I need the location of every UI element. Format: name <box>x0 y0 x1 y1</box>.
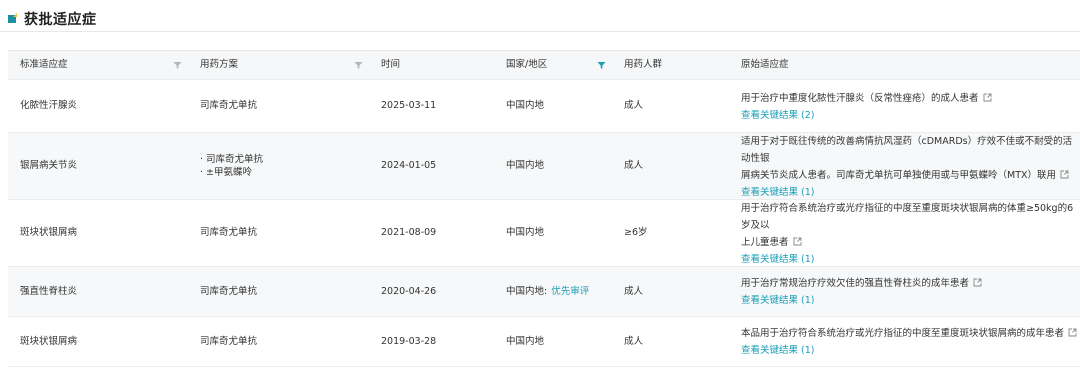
external-link-icon[interactable] <box>793 235 802 252</box>
view-key-results-link[interactable]: 查看关键结果 (1) <box>741 344 814 358</box>
region-text: 中国内地: <box>506 285 548 297</box>
header-original-indication: 原始适应症 <box>741 59 789 70</box>
time-cell: 2020-04-26 <box>381 285 437 297</box>
original-indication-text: 本品用于治疗符合系统治疗或光疗指征的中度至重度斑块状银屑病的成年患者 <box>741 328 1065 339</box>
region-cell: 中国内地 <box>506 160 545 171</box>
original-indication-text: 屑病关节炎成人患者。司库奇尤单抗可单独使用或与甲氨蝶呤（MTX）联用 <box>741 169 1057 181</box>
section-header: 获批适应症 <box>8 8 97 30</box>
original-indication-cell: 用于治疗中重度化脓性汗腺炎（反常性痤疮）的成人患者 查看关键结果 (2) <box>741 80 1077 132</box>
original-indication-text: 用于治疗符合系统治疗或光疗指征的中度至重度斑块状银屑病的体重≥50kg的6岁及以 <box>741 202 1074 231</box>
original-indication-text: 上儿童患者 <box>741 236 789 248</box>
view-key-results-link[interactable]: 查看关键结果 (1) <box>741 186 814 200</box>
table-row: 银屑病关节炎 · 司库奇尤单抗 · ±甲氨蝶呤 2024-01-05 中国内地 … <box>8 133 1080 200</box>
filter-active-icon[interactable] <box>597 61 606 70</box>
section-title: 获批适应症 <box>24 12 97 28</box>
original-indication-text: 适用于对于既往传统的改善病情抗风湿药（cDMARDs）疗效不佳或不耐受的活动性银 <box>741 135 1073 164</box>
indication-cell: 斑块状银屑病 <box>20 227 78 238</box>
population-cell: ≥6岁 <box>624 227 648 238</box>
table-row: 斑块状银屑病 司库奇尤单抗 2019-03-28 中国内地 成人 本品用于治疗符… <box>8 317 1080 367</box>
view-key-results-link[interactable]: 查看关键结果 (1) <box>741 294 814 308</box>
header-indication: 标准适应症 <box>20 59 68 70</box>
regimen-cell: · 司库奇尤单抗 · ±甲氨蝶呤 <box>200 133 360 199</box>
original-indication-text: 用于治疗中重度化脓性汗腺炎（反常性痤疮）的成人患者 <box>741 92 979 104</box>
filter-icon[interactable] <box>173 61 182 70</box>
external-link-icon[interactable] <box>1060 168 1069 185</box>
regimen-cell: 司库奇尤单抗 <box>200 335 258 347</box>
original-indication-cell: 本品用于治疗符合系统治疗或光疗指征的中度至重度斑块状银屑病的成年患者 查看关键结… <box>741 317 1077 366</box>
region-cell: 中国内地: 优先审评 <box>506 267 616 316</box>
population-cell: 成人 <box>624 100 644 111</box>
regimen-item: · ±甲氨蝶呤 <box>200 167 253 178</box>
region-cell: 中国内地 <box>506 100 545 111</box>
header-regimen: 用药方案 <box>200 59 239 70</box>
external-link-icon[interactable] <box>1068 326 1077 343</box>
external-link-icon[interactable] <box>983 91 992 108</box>
table-header-row: 标准适应症 用药方案 时间 国家/地区 用药人群 原始适应症 <box>8 51 1080 80</box>
table-row: 化脓性汗腺炎 司库奇尤单抗 2025-03-11 中国内地 成人 用于治疗中重度… <box>8 80 1080 133</box>
header-population: 用药人群 <box>624 59 663 70</box>
view-key-results-link[interactable]: 查看关键结果 (1) <box>741 253 814 267</box>
time-cell: 2025-03-11 <box>381 100 437 111</box>
approved-indications-table: 标准适应症 用药方案 时间 国家/地区 用药人群 原始适应症 化脓性汗腺炎 司库… <box>8 50 1080 367</box>
header-time: 时间 <box>381 59 401 70</box>
priority-review-tag: 优先审评 <box>551 285 590 297</box>
table-row: 斑块状银屑病 司库奇尤单抗 2021-08-09 中国内地 ≥6岁 用于治疗符合… <box>8 200 1080 267</box>
original-indication-text: 用于治疗常规治疗疗效欠佳的强直性脊柱炎的成年患者 <box>741 278 970 289</box>
time-cell: 2024-01-05 <box>381 160 437 171</box>
original-indication-cell: 用于治疗符合系统治疗或光疗指征的中度至重度斑块状银屑病的体重≥50kg的6岁及以… <box>741 200 1077 266</box>
section-divider <box>0 31 1080 32</box>
indication-cell: 斑块状银屑病 <box>20 335 78 347</box>
filter-icon[interactable] <box>354 61 363 70</box>
original-indication-cell: 用于治疗常规治疗疗效欠佳的强直性脊柱炎的成年患者 查看关键结果 (1) <box>741 267 1077 316</box>
population-cell: 成人 <box>624 335 644 347</box>
regimen-item: · 司库奇尤单抗 <box>200 154 264 165</box>
population-cell: 成人 <box>624 160 644 171</box>
region-cell: 中国内地 <box>506 227 545 238</box>
original-indication-cell: 适用于对于既往传统的改善病情抗风湿药（cDMARDs）疗效不佳或不耐受的活动性银… <box>741 133 1077 199</box>
table-row: 强直性脊柱炎 司库奇尤单抗 2020-04-26 中国内地: 优先审评 成人 用… <box>8 267 1080 317</box>
view-key-results-link[interactable]: 查看关键结果 (2) <box>741 109 814 123</box>
external-link-icon[interactable] <box>973 276 982 293</box>
indication-cell: 银屑病关节炎 <box>20 160 78 171</box>
regimen-cell: 司库奇尤单抗 <box>200 227 258 238</box>
time-cell: 2021-08-09 <box>381 227 437 238</box>
region-cell: 中国内地 <box>506 335 545 347</box>
regimen-cell: 司库奇尤单抗 <box>200 100 258 111</box>
indication-cell: 化脓性汗腺炎 <box>20 100 78 111</box>
population-cell: 成人 <box>624 285 644 297</box>
time-cell: 2019-03-28 <box>381 335 437 347</box>
regimen-cell: 司库奇尤单抗 <box>200 285 258 297</box>
section-title-icon <box>8 13 18 24</box>
indication-cell: 强直性脊柱炎 <box>20 285 78 297</box>
